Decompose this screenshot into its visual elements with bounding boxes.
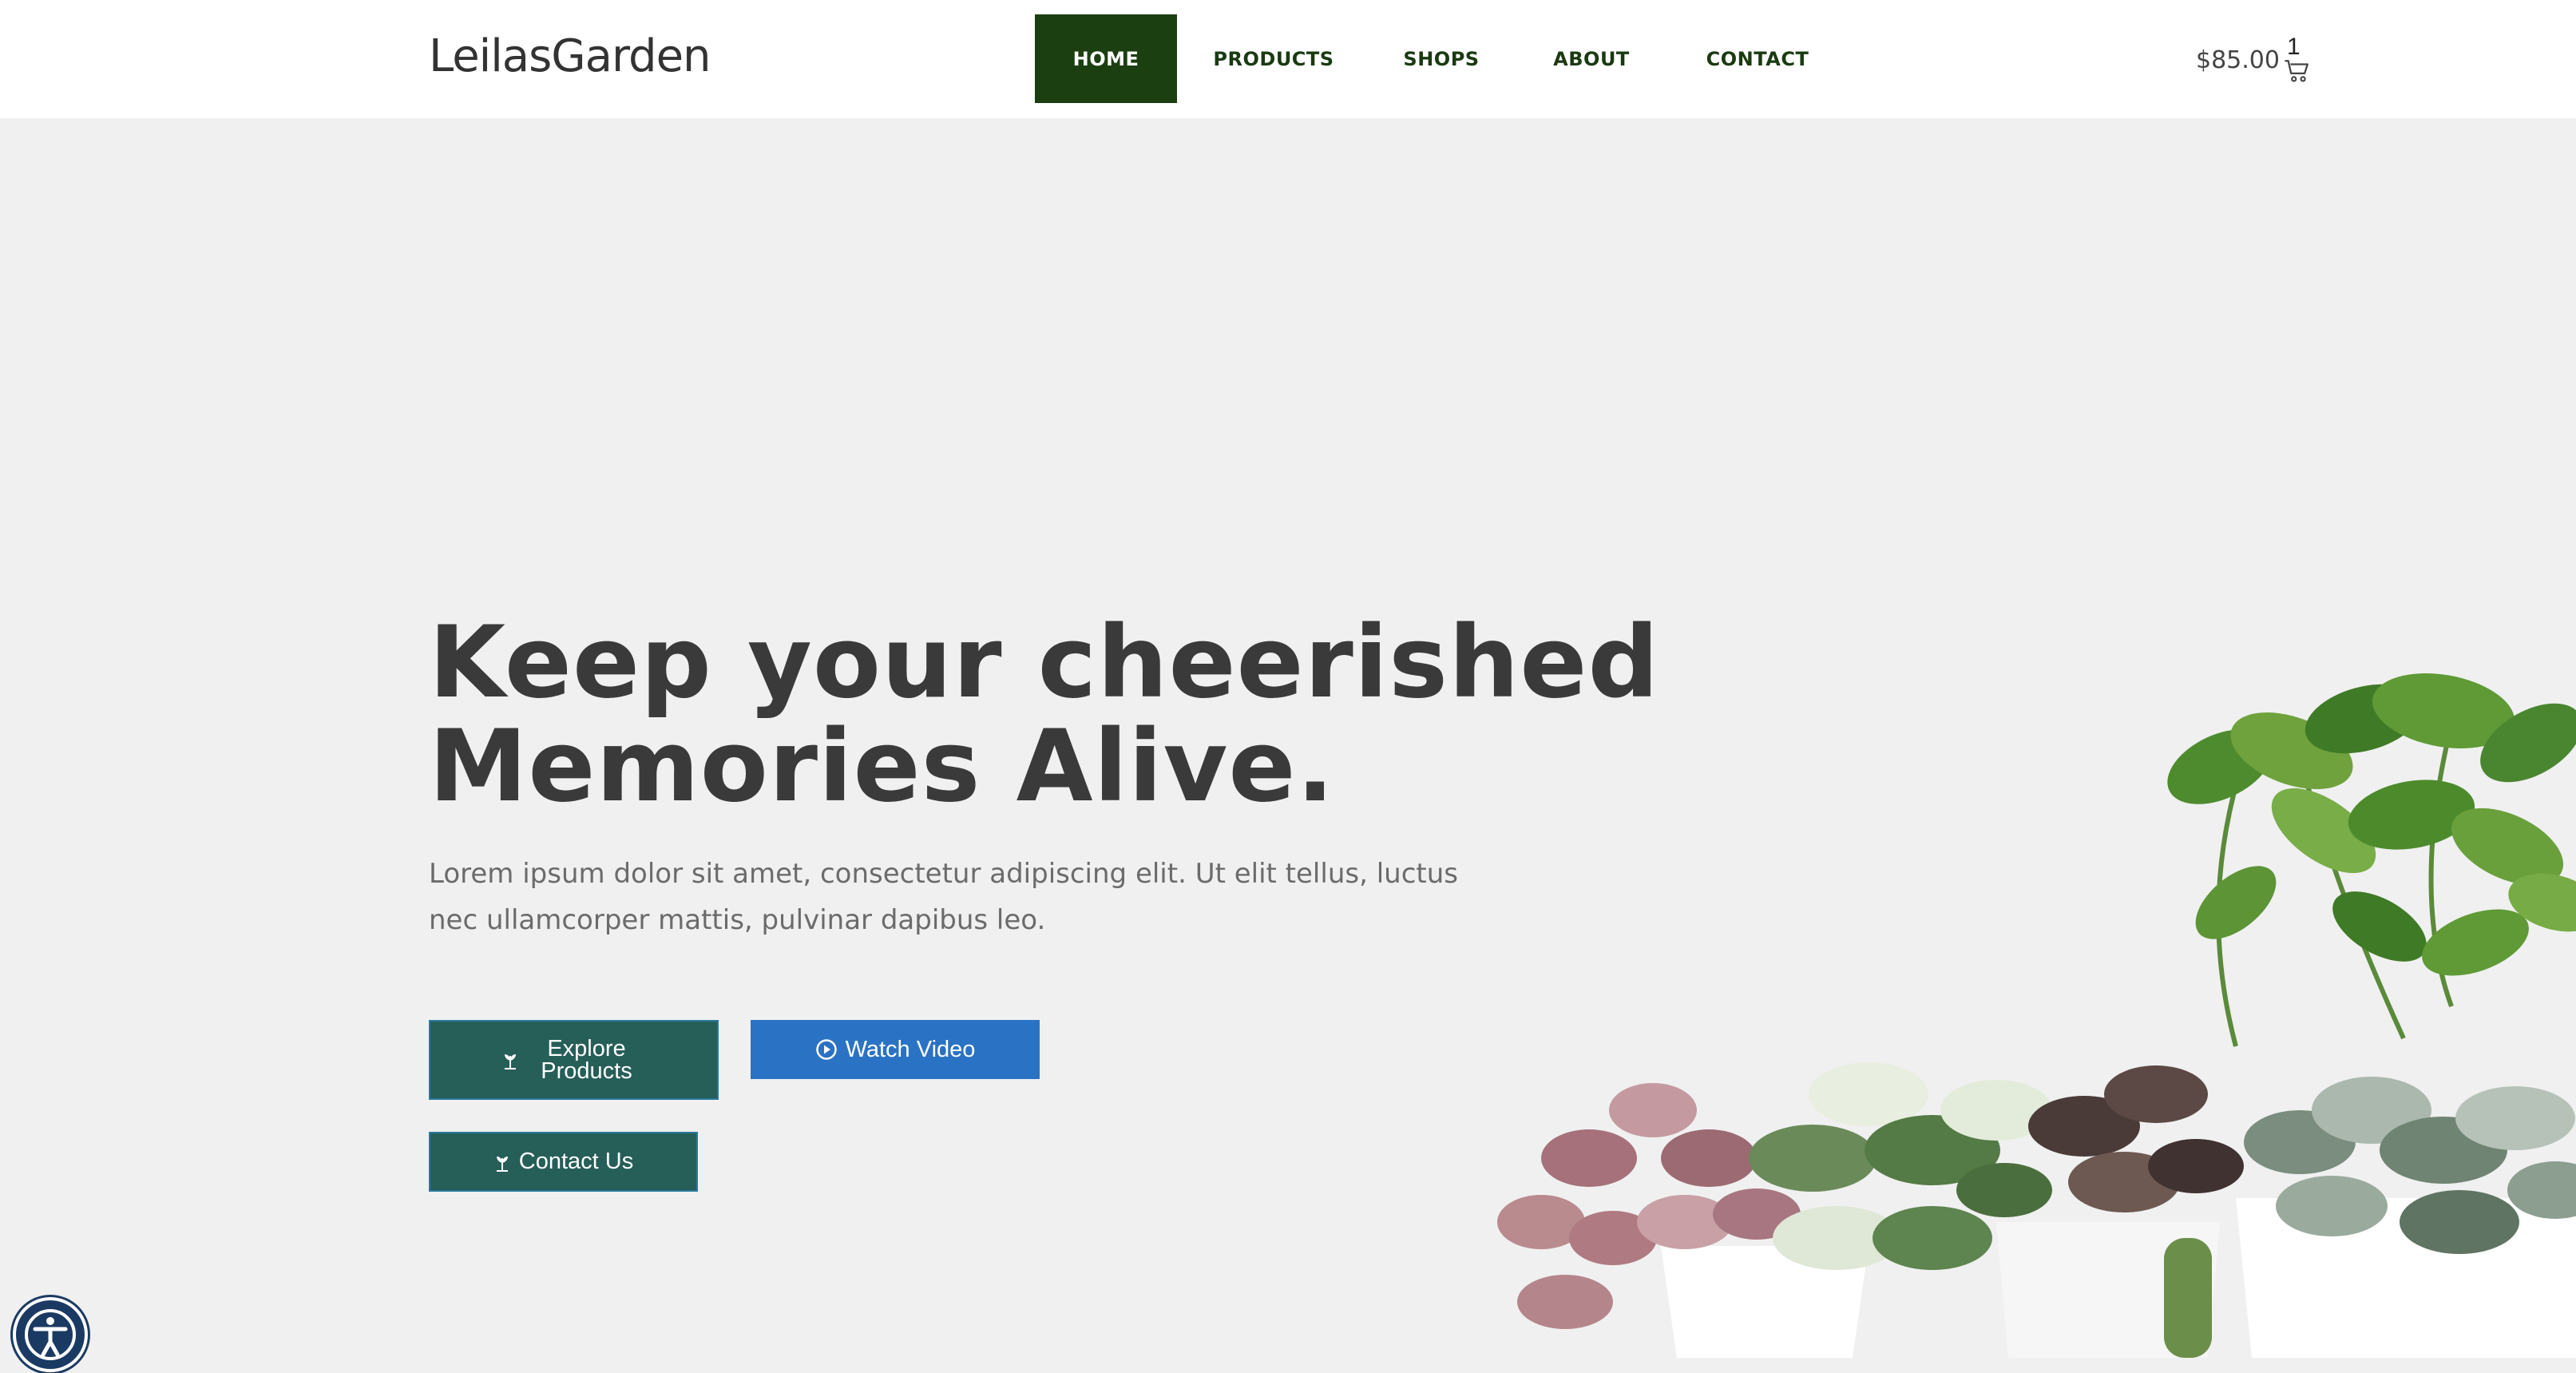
nav-item-shops[interactable]: SHOPS — [1370, 14, 1512, 103]
site-logo[interactable]: LeilasGarden — [429, 30, 711, 82]
site-header: LeilasGarden HOME PRODUCTS SHOPS ABOUT C… — [0, 0, 2576, 118]
pothos-plant — [2167, 673, 2576, 1047]
nav-item-home[interactable]: HOME — [1035, 14, 1177, 103]
hero-lead: Lorem ipsum dolor sit amet, consectetur … — [429, 858, 1458, 936]
nav-item-contact[interactable]: CONTACT — [1670, 14, 1845, 103]
contact-us-label: Contact Us — [518, 1149, 634, 1174]
main-nav: HOME PRODUCTS SHOPS ABOUT CONTACT — [1035, 14, 1845, 103]
potted-plants-image — [1497, 673, 2576, 1358]
nav-item-about[interactable]: ABOUT — [1512, 14, 1670, 103]
watch-video-label: Watch Video — [845, 1036, 976, 1062]
plant-icon — [493, 1152, 511, 1173]
explore-products-button[interactable]: Explore Products — [429, 1020, 719, 1100]
nav-item-products[interactable]: PRODUCTS — [1177, 14, 1370, 103]
cactus — [2164, 1238, 2212, 1358]
peperomia-plant — [2028, 1065, 2244, 1212]
cart-total: $85.00 — [2196, 46, 2280, 74]
watch-video-button[interactable]: Watch Video — [751, 1020, 1040, 1079]
cart-count-badge: 1 — [2287, 34, 2301, 60]
play-circle-icon — [815, 1038, 838, 1061]
cart-widget[interactable]: $85.00 1 — [2196, 34, 2316, 91]
plant-icon — [501, 1050, 519, 1070]
explore-products-label: Explore Products — [541, 1036, 632, 1084]
accessibility-icon — [25, 1309, 76, 1360]
cart-icon — [2284, 58, 2311, 89]
accessibility-button[interactable] — [13, 1297, 88, 1372]
contact-us-button[interactable]: Contact Us — [429, 1132, 698, 1192]
